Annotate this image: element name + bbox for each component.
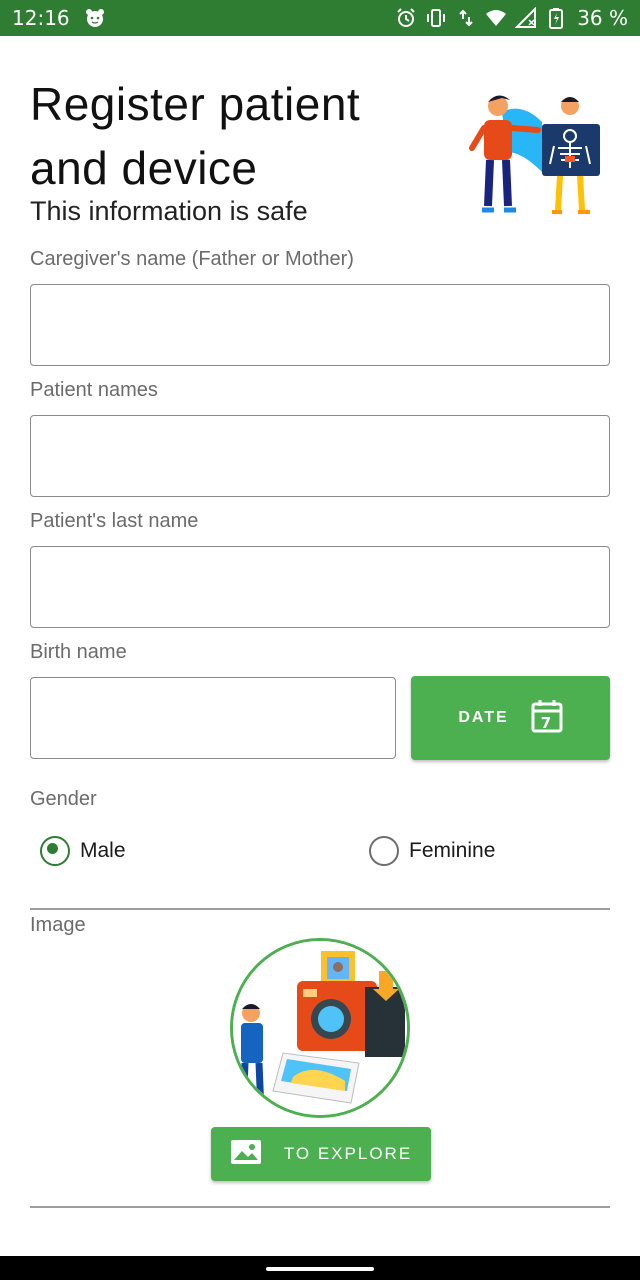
data-arrows-icon — [455, 7, 477, 29]
image-icon — [230, 1139, 262, 1170]
battery-percentage: 36 % — [577, 6, 628, 30]
status-bar: 12:16 36 % — [0, 0, 640, 36]
vibrate-icon — [425, 7, 447, 29]
calendar-day: 7 — [540, 714, 552, 732]
camera-illustration — [230, 938, 410, 1118]
alarm-icon — [395, 7, 417, 29]
last-name-label: Patient's last name — [30, 510, 199, 532]
battery-charging-icon — [545, 7, 567, 29]
signal-icon — [515, 7, 537, 29]
birth-label: Birth name — [30, 641, 127, 663]
caregiver-label: Caregiver's name (Father or Mother) — [30, 248, 354, 270]
divider-bottom — [30, 1206, 610, 1208]
calendar-icon: 7 — [531, 699, 563, 738]
gender-male-radio[interactable]: Male — [40, 836, 126, 866]
radio-unchecked-indicator — [369, 836, 399, 866]
divider-top — [30, 908, 610, 910]
patient-names-label: Patient names — [30, 379, 158, 401]
wifi-icon — [485, 7, 507, 29]
status-time: 12:16 — [12, 6, 70, 30]
doctor-xray-illustration — [462, 92, 610, 222]
image-label: Image — [30, 914, 86, 936]
date-button[interactable]: DATE 7 — [411, 676, 610, 760]
radio-checked-indicator — [40, 836, 70, 866]
birth-date-input[interactable] — [30, 677, 396, 759]
status-icons: 36 % — [395, 6, 628, 30]
caregiver-name-input[interactable] — [30, 284, 610, 366]
page-subtitle: This information is safe — [30, 196, 308, 226]
gender-male-label: Male — [80, 839, 126, 862]
navigation-bar — [0, 1256, 640, 1280]
gender-feminine-radio[interactable]: Feminine — [369, 836, 495, 866]
face-icon — [84, 7, 106, 29]
gender-label: Gender — [30, 788, 97, 810]
page-title: Register patient and device — [30, 78, 361, 194]
gender-feminine-label: Feminine — [409, 839, 496, 862]
home-gesture-handle[interactable] — [266, 1267, 374, 1271]
explore-image-button[interactable]: TO EXPLORE — [211, 1127, 431, 1181]
patient-names-input[interactable] — [30, 415, 610, 497]
explore-button-label: TO EXPLORE — [283, 1144, 413, 1163]
date-button-label: DATE — [458, 709, 509, 726]
last-name-input[interactable] — [30, 546, 610, 628]
